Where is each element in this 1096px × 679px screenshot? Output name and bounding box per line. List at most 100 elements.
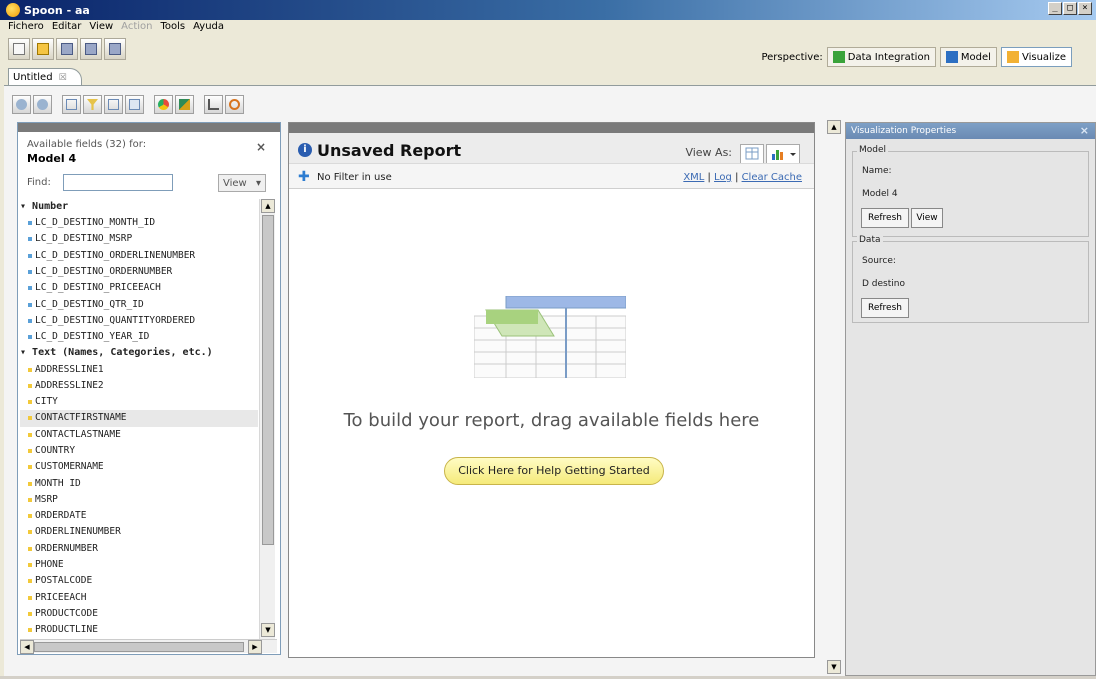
field-item[interactable]: PRICEEACH (20, 590, 258, 606)
perspective-visualize[interactable]: Visualize (1000, 47, 1072, 67)
field-item[interactable]: MONTH ID (20, 475, 258, 491)
field-item[interactable]: COUNTRY (20, 443, 258, 459)
save-as-button[interactable] (104, 38, 126, 60)
field-item-label: PHONE (35, 559, 64, 571)
table-view-toggle[interactable] (740, 144, 764, 164)
undo-icon (16, 99, 27, 110)
field-item[interactable]: LC_D_DESTINO_YEAR_ID (20, 329, 258, 345)
field-item[interactable]: PRODUCTCODE (20, 606, 258, 622)
perspective-model-label: Model (960, 51, 991, 63)
minimize-button[interactable]: _ (1048, 2, 1062, 15)
filter-icon (87, 99, 98, 110)
model-view-button[interactable]: View (911, 208, 943, 228)
open-folder-icon (37, 43, 49, 55)
field-group-header[interactable]: ▾ Text (Names, Categories, etc.) (20, 345, 258, 361)
field-group-header[interactable]: ▾ Number (20, 199, 258, 215)
chevron-down-icon: ▾ (255, 177, 261, 189)
close-window-button[interactable]: × (1078, 2, 1092, 15)
menu-ayuda[interactable]: Ayuda (193, 21, 224, 37)
menu-action[interactable]: Action (121, 21, 152, 37)
add-filter-icon[interactable]: ✚ (298, 170, 310, 184)
field-item[interactable]: PRODUCTLINE (20, 622, 258, 638)
xml-link[interactable]: XML (683, 172, 704, 183)
report-scrollbar[interactable]: ▲ ▼ (827, 120, 841, 676)
report-scroll-up-icon[interactable]: ▲ (827, 120, 841, 134)
open-file-button[interactable] (32, 38, 54, 60)
field-item[interactable]: LC_D_DESTINO_ORDERLINENUMBER (20, 248, 258, 264)
field-item[interactable]: CITY (20, 394, 258, 410)
text-field-icon (28, 416, 32, 421)
perspective-model[interactable]: Model (939, 47, 997, 67)
tab-untitled[interactable]: Untitled ☒ (8, 68, 82, 86)
field-item[interactable]: ORDERLINENUMBER (20, 524, 258, 540)
log-link[interactable]: Log (714, 172, 732, 183)
field-item[interactable]: PHONE (20, 557, 258, 573)
menu-tools[interactable]: Tools (160, 21, 185, 37)
field-item-label: LC_D_DESTINO_QUANTITYORDERED (35, 314, 196, 326)
field-list-hscrollbar[interactable]: ◀ ▶ (20, 639, 277, 654)
find-field-input[interactable] (63, 174, 173, 191)
layout-button[interactable] (62, 95, 81, 114)
expand-arrow-icon[interactable]: ▾ (20, 347, 32, 358)
field-item[interactable]: CONTACTLASTNAME (20, 427, 258, 443)
scroll-left-arrow-icon[interactable]: ◀ (20, 640, 34, 654)
view-dropdown[interactable]: View ▾ (218, 174, 266, 192)
menu-fichero[interactable]: Fichero (8, 21, 44, 37)
field-item[interactable]: LC_D_DESTINO_MSRP (20, 231, 258, 247)
save-button[interactable] (80, 38, 102, 60)
field-item-label: ADDRESSLINE2 (35, 379, 104, 391)
close-properties-icon[interactable]: × (1080, 123, 1089, 139)
redo-button[interactable] (33, 95, 52, 114)
tab-close-icon[interactable]: ☒ (59, 73, 67, 83)
field-item-label: ADDRESSLINE1 (35, 363, 104, 375)
close-fields-panel-icon[interactable]: × (256, 140, 266, 154)
properties-button[interactable] (125, 95, 144, 114)
field-item-label: ORDERLINENUMBER (35, 526, 121, 538)
perspective-data-integration[interactable]: Data Integration (826, 47, 936, 67)
table-view-button[interactable] (104, 95, 123, 114)
search-button[interactable] (225, 95, 244, 114)
chart-options-button[interactable] (154, 95, 173, 114)
view-dropdown-label: View (223, 177, 247, 189)
scroll-up-arrow-icon[interactable]: ▲ (261, 199, 275, 213)
scroll-right-arrow-icon[interactable]: ▶ (248, 640, 262, 654)
field-item[interactable]: LC_D_DESTINO_MONTH_ID (20, 215, 258, 231)
explore-repository-button[interactable] (56, 38, 78, 60)
new-file-button[interactable] (8, 38, 30, 60)
field-item-label: POSTALCODE (35, 575, 93, 587)
field-item-label: LC_D_DESTINO_YEAR_ID (35, 331, 150, 343)
menu-view[interactable]: View (89, 21, 113, 37)
field-item[interactable]: CUSTOMERNAME (20, 459, 258, 475)
field-item[interactable]: POSTALCODE (20, 573, 258, 589)
field-item[interactable]: ADDRESSLINE1 (20, 361, 258, 377)
model-section-legend: Model (857, 145, 889, 155)
field-item[interactable]: LC_D_DESTINO_QTR_ID (20, 296, 258, 312)
field-item[interactable]: ORDERNUMBER (20, 541, 258, 557)
help-getting-started-button[interactable]: Click Here for Help Getting Started (444, 457, 664, 485)
maximize-button[interactable]: □ (1063, 2, 1077, 15)
field-item[interactable]: LC_D_DESTINO_ORDERNUMBER (20, 264, 258, 280)
field-item[interactable]: CONTACTFIRSTNAME (20, 410, 258, 427)
field-list-scrollbar[interactable]: ▲ ▼ (259, 199, 275, 639)
field-item[interactable]: LC_D_DESTINO_QUANTITYORDERED (20, 313, 258, 329)
undo-button[interactable] (12, 95, 31, 114)
hscroll-thumb[interactable] (34, 642, 244, 652)
field-item[interactable]: ADDRESSLINE2 (20, 378, 258, 394)
report-scroll-down-icon[interactable]: ▼ (827, 660, 841, 674)
clear-cache-link[interactable]: Clear Cache (742, 172, 802, 183)
field-item[interactable]: ORDERDATE (20, 508, 258, 524)
text-field-icon (28, 449, 32, 453)
menu-editar[interactable]: Editar (52, 21, 82, 37)
export-button[interactable] (204, 95, 223, 114)
scroll-down-arrow-icon[interactable]: ▼ (261, 623, 275, 637)
field-item[interactable]: LC_D_DESTINO_PRICEEACH (20, 280, 258, 296)
filter-button[interactable] (83, 95, 102, 114)
chart-view-dropdown[interactable] (766, 144, 800, 164)
main-toolbar (8, 38, 126, 62)
scroll-thumb[interactable] (262, 215, 274, 545)
model-refresh-button[interactable]: Refresh (861, 208, 909, 228)
data-refresh-button[interactable]: Refresh (861, 298, 909, 318)
field-item[interactable]: MSRP (20, 492, 258, 508)
expand-arrow-icon[interactable]: ▾ (20, 201, 32, 212)
sort-button[interactable] (175, 95, 194, 114)
